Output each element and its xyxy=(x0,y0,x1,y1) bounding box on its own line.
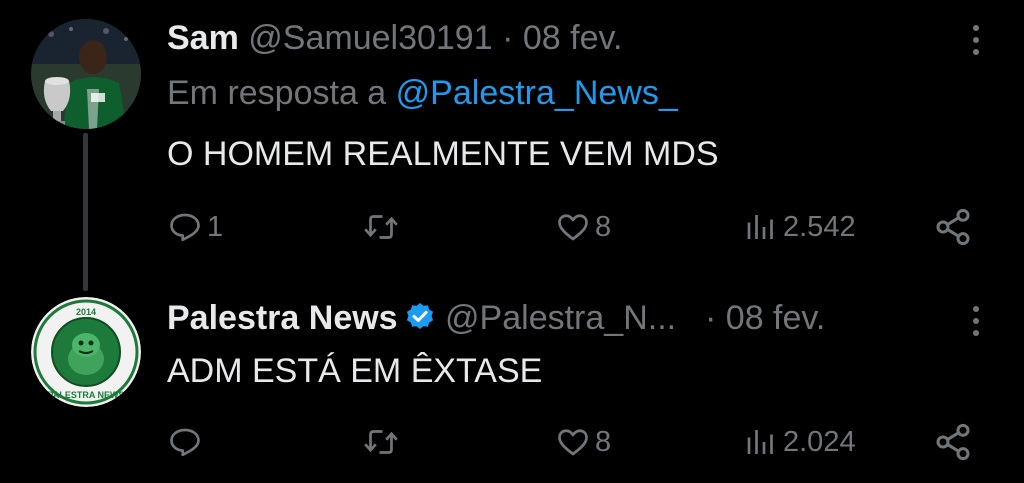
reply-prefix: Em resposta a xyxy=(167,74,387,112)
share-icon xyxy=(936,208,970,246)
share-button[interactable] xyxy=(933,420,973,464)
like-button[interactable]: 8 xyxy=(555,205,611,249)
like-button[interactable]: 8 xyxy=(555,420,611,464)
display-name[interactable]: Palestra News xyxy=(167,299,398,337)
palestra-news-logo: 2014 PALESTRA NEWS xyxy=(31,297,141,407)
retweet-icon xyxy=(364,430,398,454)
views-button[interactable]: 2.024 xyxy=(743,420,856,464)
reply-icon xyxy=(170,428,200,457)
tweet-text: ADM ESTÁ EM ÊXTASE xyxy=(167,352,543,390)
tweet-sam[interactable]: Sam @Samuel30191 · 08 fev. Em resposta a… xyxy=(0,0,1024,291)
reply-button[interactable] xyxy=(167,420,207,464)
separator-dot: · xyxy=(705,299,717,337)
views-icon xyxy=(747,430,773,454)
reply-context: Em resposta a @Palestra_News_ xyxy=(167,74,678,113)
view-count: 2.024 xyxy=(783,425,856,458)
action-bar: 8 2.024 xyxy=(167,420,977,464)
reply-icon xyxy=(170,213,200,242)
logo-year-text: 2014 xyxy=(76,307,96,317)
views-button[interactable]: 2.542 xyxy=(743,205,856,249)
timestamp[interactable]: 08 fev. xyxy=(523,19,623,57)
player-photo xyxy=(31,19,141,129)
reply-button[interactable]: 1 xyxy=(167,205,223,249)
views-icon xyxy=(747,215,773,239)
reply-mention-link[interactable]: @Palestra_News_ xyxy=(396,74,678,112)
retweet-button[interactable] xyxy=(361,420,405,464)
share-icon xyxy=(936,423,970,461)
retweet-button[interactable] xyxy=(361,205,405,249)
separator-dot: · xyxy=(502,19,514,57)
verified-badge-icon xyxy=(406,303,433,329)
thread-connector xyxy=(83,133,88,291)
user-handle[interactable]: @Samuel30191 xyxy=(248,19,492,57)
share-button[interactable] xyxy=(933,205,973,249)
view-count: 2.542 xyxy=(783,210,856,243)
tweet-text: O HOMEM REALMENTE VEM MDS xyxy=(167,135,719,173)
more-icon[interactable] xyxy=(972,306,980,336)
like-icon xyxy=(558,214,588,241)
tweet-palestra-news[interactable]: 2014 PALESTRA NEWS Palestra News @Palest… xyxy=(0,270,1024,483)
action-bar: 1 8 2.542 xyxy=(167,205,977,249)
display-name[interactable]: Sam xyxy=(167,19,239,57)
like-count: 8 xyxy=(595,210,612,243)
tweet-header: Palestra News @Palestra_N... · 08 fev. xyxy=(167,298,825,338)
avatar-sam[interactable] xyxy=(31,19,141,129)
avatar-palestra-news[interactable]: 2014 PALESTRA NEWS xyxy=(31,297,141,407)
retweet-icon xyxy=(364,215,398,239)
reply-count: 1 xyxy=(207,210,224,243)
user-handle[interactable]: @Palestra_N... xyxy=(445,299,676,337)
tweet-header: Sam @Samuel30191 · 08 fev. xyxy=(167,18,622,58)
like-icon xyxy=(558,429,588,456)
timestamp[interactable]: 08 fev. xyxy=(726,299,826,337)
more-icon[interactable] xyxy=(972,25,980,55)
logo-name-text: PALESTRA NEWS xyxy=(47,390,124,400)
like-count: 8 xyxy=(595,425,612,458)
